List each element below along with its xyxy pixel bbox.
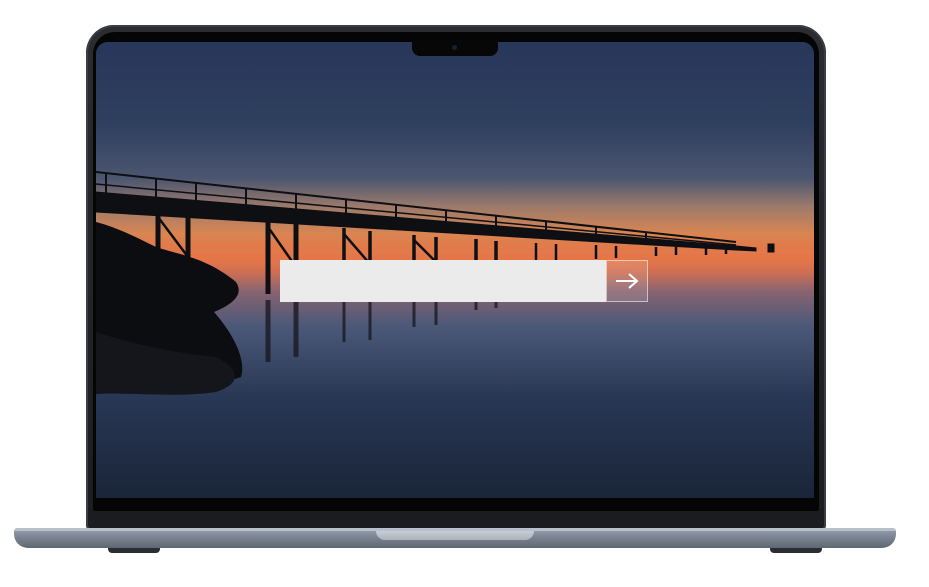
arrow-right-icon <box>616 273 639 289</box>
right-foot <box>770 548 822 553</box>
camera-icon <box>452 45 457 50</box>
lid-opening-groove <box>376 531 534 540</box>
laptop-base <box>14 528 896 548</box>
laptop <box>0 0 929 587</box>
url-input[interactable] <box>280 260 606 302</box>
camera-notch <box>412 40 498 56</box>
url-form <box>280 260 648 302</box>
left-foot <box>108 548 160 553</box>
go-button[interactable] <box>606 260 648 302</box>
